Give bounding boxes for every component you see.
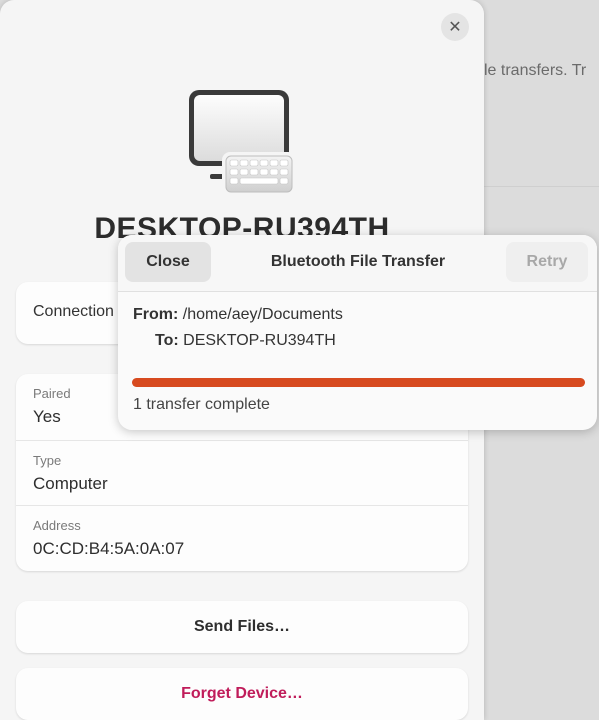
info-key: Type (33, 453, 62, 468)
info-value: 0C:CD:B4:5A:0A:07 (33, 539, 185, 558)
retry-button[interactable]: Retry (506, 242, 588, 282)
computer-keyboard-icon (189, 90, 296, 196)
info-key: Paired (33, 386, 71, 401)
from-label: From: (133, 306, 179, 323)
send-files-button[interactable]: Send Files… (16, 601, 468, 653)
transfer-title: Bluetooth File Transfer (270, 253, 446, 270)
from-path: /home/aey/Documents (182, 306, 343, 323)
to-device: DESKTOP-RU394TH (183, 332, 336, 349)
bluetooth-transfer-dialog: Close Bluetooth File Transfer Retry From… (118, 235, 597, 430)
to-label: To: (155, 332, 179, 349)
info-value: Computer (33, 474, 108, 493)
close-button[interactable]: Close (125, 242, 211, 282)
transfer-progress-fill (132, 378, 585, 387)
to-line: To: DESKTOP-RU394TH (155, 332, 336, 350)
connection-label: Connection (33, 303, 114, 320)
background-divider (484, 186, 599, 187)
transfer-progress-bar (132, 378, 585, 387)
transfer-header: Close Bluetooth File Transfer Retry (118, 235, 597, 292)
background-description-text: le transfers. Tr (484, 62, 587, 79)
info-key: Address (33, 518, 81, 533)
forget-device-button[interactable]: Forget Device… (16, 668, 468, 720)
info-row-type: Type Computer (16, 440, 468, 507)
close-icon[interactable]: ✕ (441, 13, 469, 41)
info-value: Yes (33, 407, 61, 426)
transfer-status: 1 transfer complete (133, 396, 270, 413)
from-line: From: /home/aey/Documents (133, 306, 343, 324)
info-row-address: Address 0C:CD:B4:5A:0A:07 (16, 505, 468, 572)
